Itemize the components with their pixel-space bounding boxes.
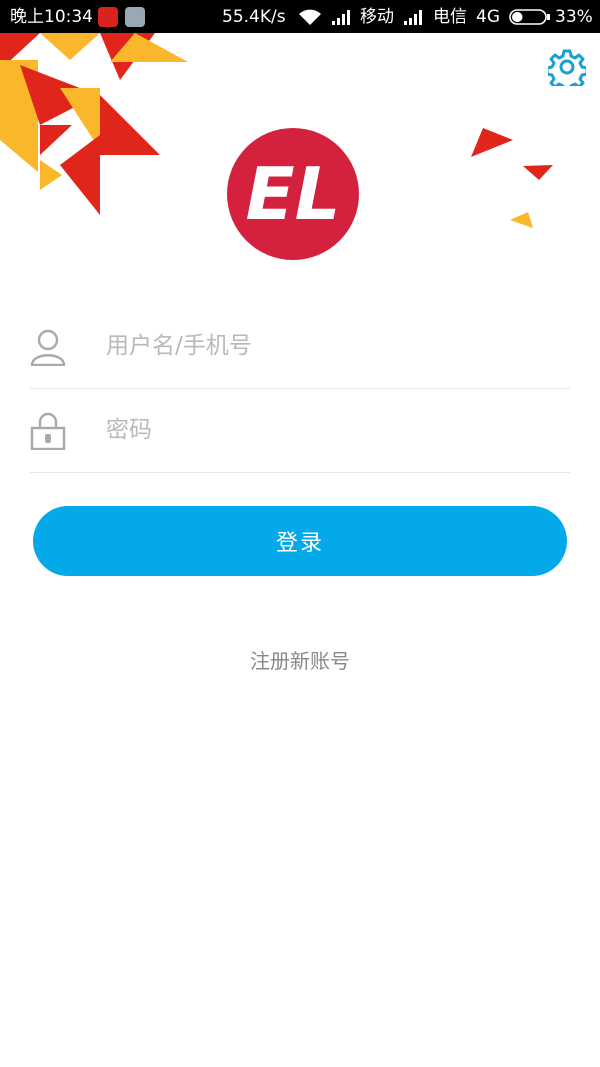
password-row [30, 388, 570, 473]
logo-text: EL [245, 152, 340, 236]
register-link[interactable]: 注册新账号 [0, 645, 600, 674]
username-input[interactable] [106, 322, 556, 370]
user-icon [30, 329, 66, 366]
gear-icon[interactable] [548, 48, 586, 86]
username-row [30, 304, 570, 389]
lock-icon [30, 412, 66, 450]
login-button[interactable]: 登录 [33, 506, 567, 576]
app-logo: EL [227, 128, 359, 260]
password-input[interactable] [106, 406, 556, 454]
